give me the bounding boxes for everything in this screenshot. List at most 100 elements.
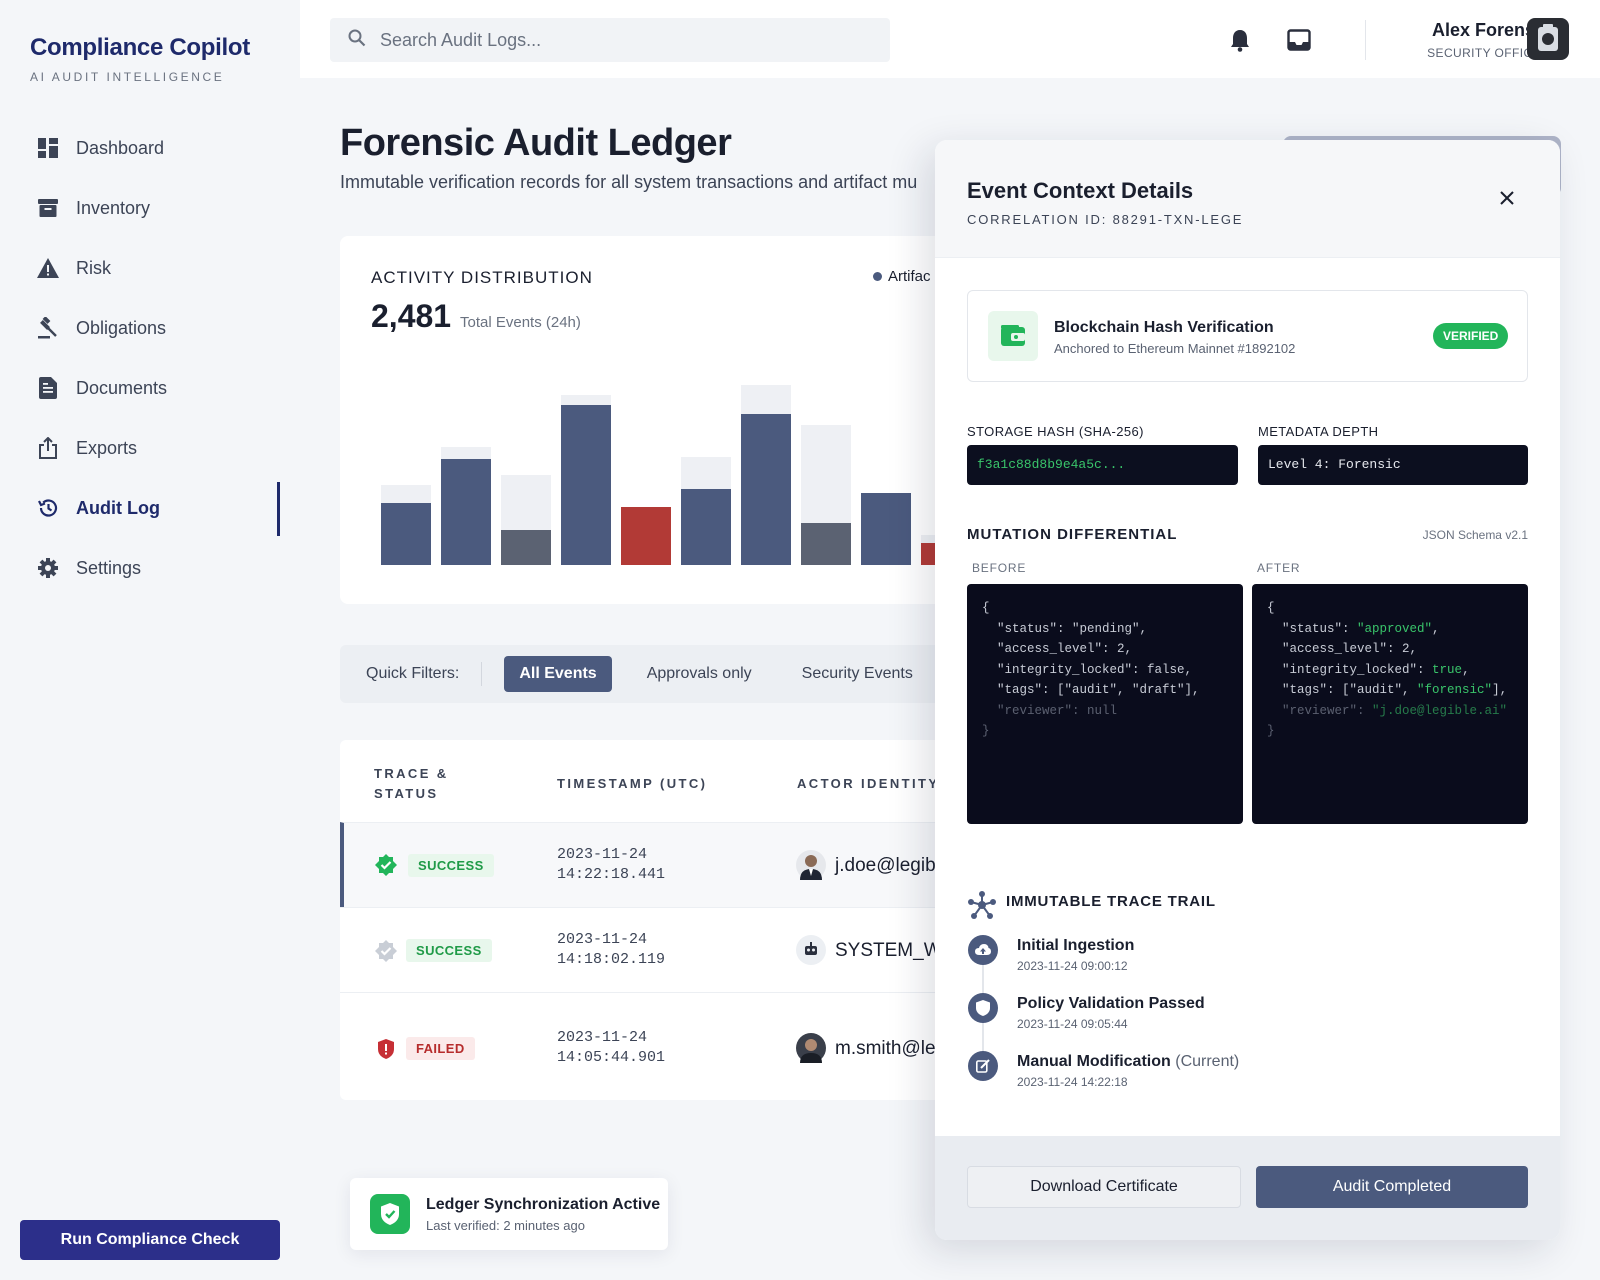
filter-all-events[interactable]: All Events xyxy=(504,656,612,692)
chart-bar[interactable] xyxy=(741,414,791,565)
sidebar-nav: Dashboard Inventory Risk Obligations Doc… xyxy=(0,118,300,598)
correlation-id: CORRELATION ID: 88291-TXN-LEGE xyxy=(967,212,1244,227)
sidebar: Compliance Copilot AI AUDIT INTELLIGENCE… xyxy=(0,0,300,1280)
trail-current-tag: (Current) xyxy=(1175,1053,1240,1070)
sidebar-item-label: Exports xyxy=(76,437,138,458)
filters-divider xyxy=(481,662,483,686)
verification-card: Blockchain Hash Verification Anchored to… xyxy=(967,290,1528,382)
filter-security-events[interactable]: Security Events xyxy=(787,656,928,692)
avatar xyxy=(796,850,826,880)
metadata-depth-value[interactable]: Level 4: Forensic xyxy=(1258,445,1528,485)
trail-step-time: 2023-11-24 09:05:44 xyxy=(1017,1017,1128,1031)
search-bar[interactable] xyxy=(330,18,890,62)
trail-step-label: Manual Modification xyxy=(1017,1053,1171,1070)
chart-bar[interactable] xyxy=(861,493,911,565)
timestamp: 2023-11-24 14:05:44.901 xyxy=(557,1028,665,1068)
json-line: "access_level": 2, xyxy=(997,642,1133,656)
before-json: { "status": "pending", "access_level": 2… xyxy=(967,584,1243,824)
audit-table: TRACE & STATUS TIMESTAMP (UTC) ACTOR IDE… xyxy=(340,740,980,1100)
topbar-divider xyxy=(1365,20,1366,60)
sidebar-item-risk[interactable]: Risk xyxy=(0,238,300,298)
chart-bar[interactable] xyxy=(681,489,731,565)
sidebar-item-documents[interactable]: Documents xyxy=(0,358,300,418)
storage-hash-value[interactable]: f3a1c88d8b9e4a5c... xyxy=(967,445,1238,485)
brand-subtitle: AI AUDIT INTELLIGENCE xyxy=(30,70,225,84)
sidebar-item-obligations[interactable]: Obligations xyxy=(0,298,300,358)
actor-identity: SYSTEM_W xyxy=(835,940,942,961)
json-changed-value: true xyxy=(1432,662,1463,677)
timestamp-time: 14:18:02.119 xyxy=(557,951,666,968)
actor-identity: j.doe@legib xyxy=(835,855,936,876)
sidebar-item-settings[interactable]: Settings xyxy=(0,538,300,598)
filters-label: Quick Filters: xyxy=(366,665,460,682)
sync-toast: Ledger Synchronization Active Last verif… xyxy=(350,1178,668,1250)
json-line: "access_level": 2, xyxy=(1282,642,1418,656)
history-icon xyxy=(36,496,60,520)
search-icon xyxy=(348,29,366,52)
cloud-upload-icon xyxy=(968,935,998,965)
sidebar-item-label: Obligations xyxy=(76,317,167,338)
event-context-drawer: Event Context Details CORRELATION ID: 88… xyxy=(935,140,1560,1240)
json-line: "tags": ["audit", "draft"], xyxy=(997,683,1200,697)
sidebar-item-label: Settings xyxy=(76,557,142,578)
filter-approvals-only[interactable]: Approvals only xyxy=(632,656,767,692)
chart-bar[interactable] xyxy=(441,459,491,565)
timestamp-time: 14:05:44.901 xyxy=(557,1049,666,1066)
page-subtitle: Immutable verification records for all s… xyxy=(340,172,918,192)
chart-bar[interactable] xyxy=(801,523,851,565)
trace-trail-title: IMMUTABLE TRACE TRAIL xyxy=(1006,893,1216,910)
verification-subtitle: Anchored to Ethereum Mainnet #1892102 xyxy=(1054,341,1296,356)
user-info[interactable]: Alex Forensic SECURITY OFFICER xyxy=(1370,20,1550,60)
table-row[interactable]: FAILED 2023-11-24 14:05:44.901 m.smith@l… xyxy=(340,992,980,1100)
chart-bar[interactable] xyxy=(561,405,611,565)
shield-check-icon xyxy=(370,1194,410,1234)
success-check-icon xyxy=(375,854,397,876)
wallet-icon xyxy=(988,311,1038,361)
storage-hash-label: STORAGE HASH (SHA-256) xyxy=(967,424,1144,439)
chart-bar[interactable] xyxy=(381,503,431,565)
json-key: "tags": ["audit", xyxy=(1282,683,1418,697)
inbox-icon[interactable] xyxy=(1286,27,1312,53)
json-key: "integrity_locked": xyxy=(1282,662,1433,677)
user-name: Alex Forensic xyxy=(1431,20,1550,40)
shield-alert-icon xyxy=(375,1038,397,1060)
quick-filters: Quick Filters: All Events Approvals only… xyxy=(340,645,980,703)
table-row[interactable]: SUCCESS 2023-11-24 14:18:02.119 SYSTEM_W xyxy=(340,907,980,992)
timestamp: 2023-11-24 14:18:02.119 xyxy=(557,930,665,970)
sidebar-item-dashboard[interactable]: Dashboard xyxy=(0,118,300,178)
metadata-depth-label: METADATA DEPTH xyxy=(1258,424,1379,439)
table-row[interactable]: SUCCESS 2023-11-24 14:22:18.441 j.doe@le… xyxy=(340,822,980,907)
status-badge: FAILED xyxy=(406,1037,475,1060)
status-badge: SUCCESS xyxy=(408,854,494,877)
close-icon[interactable] xyxy=(1497,188,1517,208)
json-line: "reviewer": null xyxy=(997,703,1118,718)
avatar[interactable] xyxy=(1527,18,1569,60)
page-title: Forensic Audit Ledger xyxy=(340,122,732,164)
sidebar-item-label: Audit Log xyxy=(76,497,160,518)
sidebar-item-audit-log[interactable]: Audit Log xyxy=(0,478,300,538)
verified-badge: VERIFIED xyxy=(1433,323,1509,349)
chart-bar[interactable] xyxy=(621,507,671,565)
audit-completed-button[interactable]: Audit Completed xyxy=(1256,1166,1528,1208)
run-compliance-check-button[interactable]: Run Compliance Check xyxy=(20,1220,280,1260)
toast-subtitle: Last verified: 2 minutes ago xyxy=(426,1218,585,1233)
before-label: BEFORE xyxy=(972,561,1027,575)
mutation-title: MUTATION DIFFERENTIAL xyxy=(967,526,1178,543)
trail-step-name: Initial Ingestion xyxy=(1017,937,1135,954)
bell-icon[interactable] xyxy=(1227,27,1253,53)
actor-identity: m.smith@le xyxy=(835,1038,936,1059)
sidebar-item-exports[interactable]: Exports xyxy=(0,418,300,478)
timestamp-date: 2023-11-24 xyxy=(557,931,648,948)
drawer-footer: Download Certificate Audit Completed xyxy=(935,1136,1560,1240)
robot-icon xyxy=(796,935,826,965)
download-certificate-button[interactable]: Download Certificate xyxy=(967,1166,1241,1208)
gear-icon xyxy=(36,556,60,580)
sidebar-item-inventory[interactable]: Inventory xyxy=(0,178,300,238)
search-input[interactable] xyxy=(380,29,860,51)
gavel-icon xyxy=(36,316,60,340)
network-icon xyxy=(967,890,997,920)
verification-title: Blockchain Hash Verification xyxy=(1054,319,1274,336)
status-badge: SUCCESS xyxy=(406,939,492,962)
after-json: { "status": "approved", "access_level": … xyxy=(1252,584,1528,824)
chart-bar[interactable] xyxy=(501,530,551,565)
